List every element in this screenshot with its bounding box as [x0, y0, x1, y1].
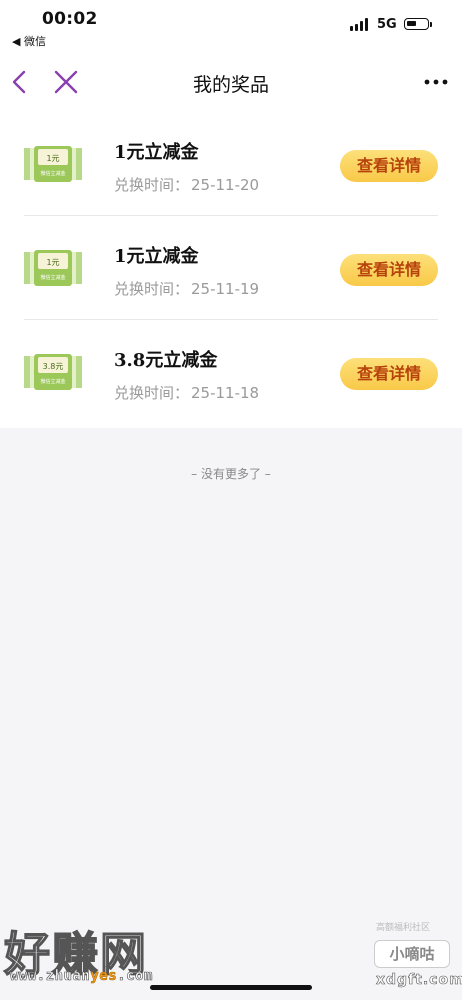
view-details-button[interactable]: 查看详情: [340, 150, 438, 182]
back-to-wechat-link[interactable]: ◀ 微信: [12, 33, 46, 49]
status-time: 00:02: [42, 9, 98, 29]
watermark-domain: xdgft.com: [376, 972, 462, 989]
svg-text:3.8元: 3.8元: [43, 362, 64, 371]
page-title: 我的奖品: [192, 74, 269, 96]
prize-list: 1元 微信立减金 1元立减金 兑换时间： 25-11-20 查看详情 1元 微信立…: [0, 112, 462, 428]
more-dots-icon[interactable]: [422, 74, 450, 90]
prize-name: 3.8元立减金: [114, 350, 218, 371]
redeem-time: 兑换时间： 25-11-19: [114, 278, 259, 299]
view-details-button[interactable]: 查看详情: [340, 254, 438, 286]
redeem-time-value: 25-11-20: [191, 176, 260, 194]
nav-bar: 我的奖品: [0, 54, 462, 112]
watermark-url: www.zhuanyes.com: [10, 968, 153, 985]
watermark-badge: 小嘀咕: [374, 940, 450, 968]
watermark-tagline: 高额福利社区: [376, 923, 431, 933]
prize-row: 3.8元 微信立减金 3.8元立减金 兑换时间： 25-11-18 查看详情: [0, 320, 462, 424]
voucher-icon: 1元 微信立减金: [24, 146, 82, 182]
svg-text:1元: 1元: [46, 154, 59, 163]
end-of-list-note: – 没有更多了 –: [191, 467, 271, 481]
svg-text:微信立减金: 微信立减金: [40, 274, 65, 281]
svg-text:1元: 1元: [46, 258, 59, 267]
svg-text:微信立减金: 微信立减金: [40, 378, 65, 385]
watermark-left: 好赚网 www.zhuanyes.com: [0, 918, 200, 988]
prize-name: 1元立减金: [114, 142, 199, 163]
view-details-button[interactable]: 查看详情: [340, 358, 438, 390]
battery-icon: [404, 18, 429, 30]
prize-name: 1元立减金: [114, 246, 199, 267]
redeem-time-label: 兑换时间：: [114, 176, 190, 194]
home-indicator[interactable]: [150, 985, 312, 990]
watermark-right: 高额福利社区 小嘀咕 xdgft.com: [372, 920, 462, 990]
network-type: 5G: [377, 17, 397, 32]
voucher-icon: 3.8元 微信立减金: [24, 354, 82, 390]
redeem-time-label: 兑换时间：: [114, 384, 190, 402]
signal-icon: [350, 18, 372, 31]
battery-cap: [430, 22, 432, 27]
prize-row: 1元 微信立减金 1元立减金 兑换时间： 25-11-19 查看详情: [0, 216, 462, 320]
status-bar: 00:02 ◀ 微信 5G: [0, 0, 462, 54]
redeem-time-value: 25-11-19: [191, 280, 260, 298]
redeem-time: 兑换时间： 25-11-20: [114, 174, 259, 195]
redeem-time-label: 兑换时间：: [114, 280, 190, 298]
voucher-icon: 1元 微信立减金: [24, 250, 82, 286]
svg-text:微信立减金: 微信立减金: [40, 170, 65, 177]
prize-row: 1元 微信立减金 1元立减金 兑换时间： 25-11-20 查看详情: [0, 112, 462, 216]
redeem-time: 兑换时间： 25-11-18: [114, 382, 259, 403]
redeem-time-value: 25-11-18: [191, 384, 260, 402]
